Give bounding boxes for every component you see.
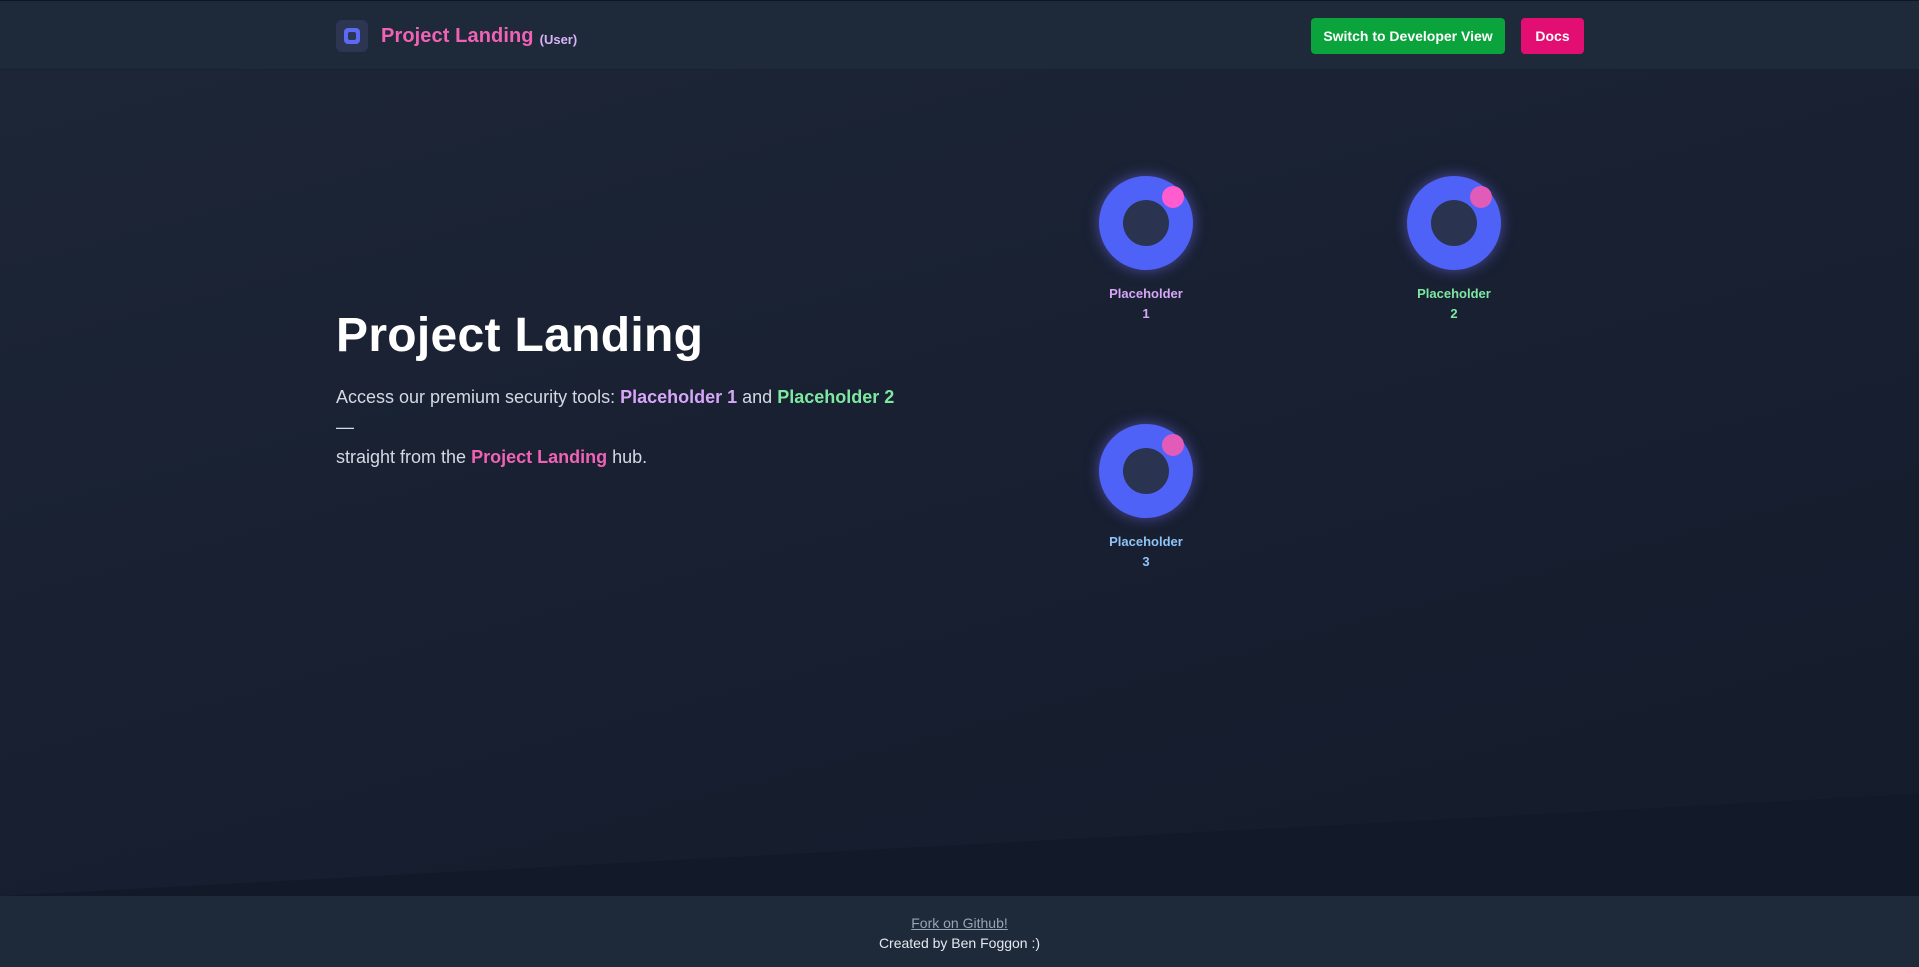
- hero-highlight-placeholder-2: Placeholder 2: [777, 387, 895, 407]
- tool-card-placeholder-2[interactable]: Placeholder 2: [1394, 176, 1514, 324]
- brand-title: Project Landing: [381, 24, 534, 47]
- hero-text-segment: and: [737, 387, 778, 407]
- fork-on-github-link[interactable]: Fork on Github!: [911, 915, 1008, 931]
- footer: Fork on Github! Created by Ben Foggon :): [0, 896, 1919, 967]
- hero-description: Access our premium security tools: Place…: [336, 382, 916, 472]
- tool-label: Placeholder 3: [1109, 534, 1183, 569]
- brand[interactable]: Project Landing (User): [336, 19, 577, 53]
- docs-button[interactable]: Docs: [1521, 18, 1584, 54]
- footer-credit: Created by Ben Foggon :): [878, 935, 1041, 951]
- hero-text-segment: hub.: [607, 447, 648, 467]
- tool-card-placeholder-3[interactable]: Placeholder 3: [1086, 424, 1206, 572]
- hero-title: Project Landing: [336, 309, 704, 362]
- switch-to-developer-view-button[interactable]: Switch to Developer View: [1311, 18, 1505, 54]
- app-logo-icon: [336, 20, 368, 52]
- tool-label: Placeholder 1: [1109, 286, 1183, 321]
- top-navbar: Project Landing (User) Switch to Develop…: [0, 0, 1919, 70]
- hero-highlight-placeholder-1: Placeholder 1: [620, 387, 738, 407]
- hero-text-segment: —: [336, 417, 354, 437]
- tool-label: Placeholder 2: [1417, 286, 1491, 321]
- hero-text-segment: Access our premium security tools:: [336, 387, 621, 407]
- background-wedge: [0, 794, 1919, 896]
- page: Project Landing (User) Switch to Develop…: [0, 0, 1919, 967]
- tool-card-placeholder-1[interactable]: Placeholder 1: [1086, 176, 1206, 324]
- user-role-label: (User): [539, 31, 578, 47]
- donut-icon: [1099, 176, 1193, 270]
- hero-highlight-brand: Project Landing: [471, 447, 608, 467]
- donut-icon: [1407, 176, 1501, 270]
- main-content: Project Landing Access our premium secur…: [0, 70, 1919, 896]
- hero-text-segment: straight from the: [336, 447, 472, 467]
- donut-icon: [1099, 424, 1193, 518]
